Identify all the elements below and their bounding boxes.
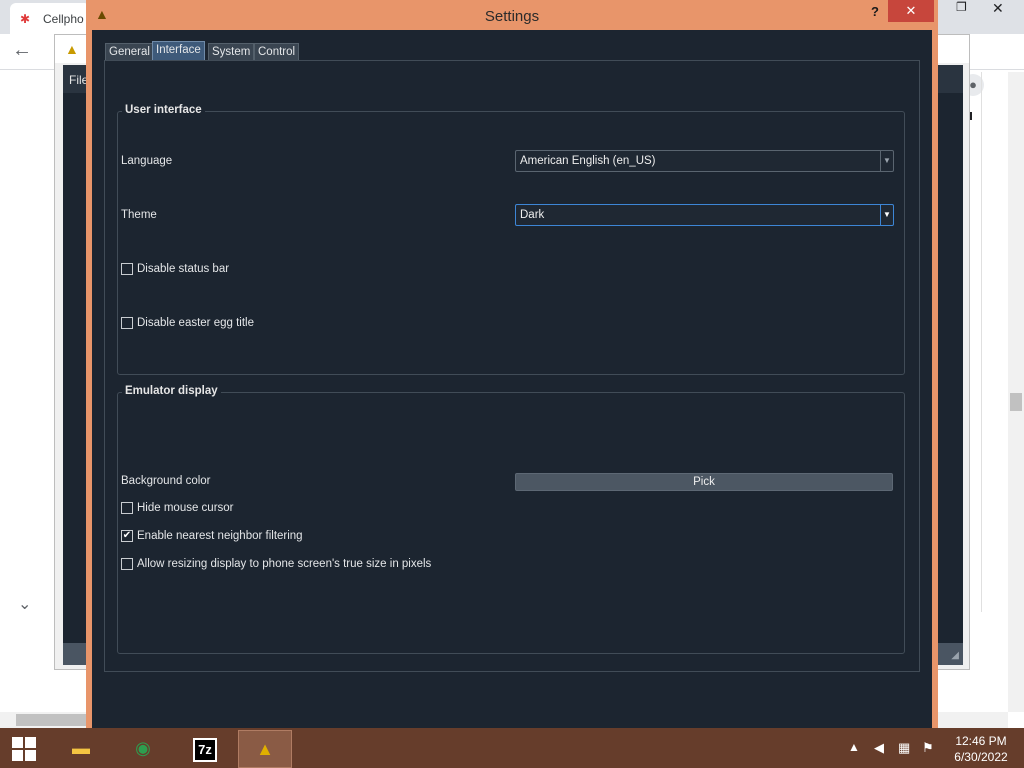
language-value: American English (en_US) — [520, 155, 656, 167]
taskbar-file-explorer[interactable]: ▬ — [54, 730, 108, 768]
7zip-icon: 7z — [193, 738, 217, 762]
tab-control[interactable]: Control — [254, 43, 300, 60]
pick-color-button[interactable]: Pick — [515, 473, 893, 491]
interface-tab-panel: User interface Language American English… — [104, 60, 920, 672]
group-title-user-interface: User interface — [122, 104, 205, 116]
chevron-down-icon[interactable]: ▼ — [880, 205, 893, 225]
theme-value: Dark — [520, 209, 545, 221]
nearest-neighbor-filtering-checkbox[interactable]: ✔ Enable nearest neighbor filtering — [121, 528, 381, 544]
tab-interface[interactable]: Interface — [152, 41, 205, 60]
site-favicon-icon: ✱ — [20, 12, 31, 26]
checkbox-unchecked-icon[interactable] — [121, 263, 133, 275]
help-button[interactable]: ? — [864, 2, 886, 22]
checkbox-unchecked-icon[interactable] — [121, 502, 133, 514]
browser-tab-title: Cellpho — [43, 12, 84, 26]
start-button[interactable] — [0, 728, 48, 768]
settings-titlebar[interactable]: ▲ Settings ? ✕ — [86, 0, 938, 30]
folder-icon: ▬ — [72, 738, 90, 758]
hide-mouse-cursor-checkbox[interactable]: Hide mouse cursor — [121, 500, 341, 516]
chevron-down-icon[interactable]: ▼ — [880, 151, 893, 171]
language-label: Language — [121, 155, 173, 167]
taskbar-chrome[interactable]: ◉ — [116, 730, 170, 768]
windows-logo-icon — [25, 750, 36, 761]
settings-dialog: ▲ Settings ? ✕ General Interface System … — [86, 0, 938, 730]
windows-logo-icon — [25, 737, 36, 748]
action-center-flag-icon[interactable]: ⚑ — [922, 740, 934, 756]
text-cursor — [970, 112, 972, 120]
divider — [981, 72, 982, 612]
browser-restore-icon[interactable]: ❐ — [956, 0, 967, 14]
language-select[interactable]: American English (en_US) ▼ — [515, 150, 894, 172]
background-color-label: Background color — [121, 475, 211, 487]
browser-tab[interactable]: ✱ Cellpho — [10, 3, 90, 34]
emulator-app-icon: ▲ — [65, 41, 79, 57]
settings-body: General Interface System Control User in… — [92, 30, 932, 728]
windows-logo-icon — [12, 750, 23, 761]
checkmark-icon[interactable]: ✔ — [121, 530, 133, 542]
emulator-app-icon: ▲ — [256, 739, 274, 759]
taskbar-emulator[interactable]: ▲ — [238, 730, 292, 768]
disable-easter-egg-title-checkbox[interactable]: Disable easter egg title — [121, 315, 341, 331]
disable-status-bar-checkbox[interactable]: Disable status bar — [121, 261, 341, 277]
group-title-emulator-display: Emulator display — [122, 385, 221, 397]
taskbar: ▬ ◉ 7z ▲ ▲ ◀ ▦ ⚑ 12:46 PM 6/30/2022 — [0, 728, 1024, 768]
browser-close-icon[interactable]: ✕ — [992, 0, 1004, 17]
emulator-display-group: Emulator display — [117, 385, 905, 654]
checkbox-label: Hide mouse cursor — [137, 502, 234, 514]
resize-grip-icon[interactable]: ◢ — [951, 650, 959, 661]
horizontal-scroll-thumb[interactable] — [16, 714, 86, 726]
checkbox-label: Disable status bar — [137, 263, 230, 275]
checkbox-label: Disable easter egg title — [137, 317, 254, 329]
clock-date[interactable]: 6/30/2022 — [946, 750, 1016, 764]
close-button[interactable]: ✕ — [888, 0, 934, 22]
theme-select[interactable]: Dark ▼ — [515, 204, 894, 226]
network-icon[interactable]: ▦ — [898, 740, 910, 756]
taskbar-7zip[interactable]: 7z — [178, 730, 232, 768]
allow-resizing-checkbox[interactable]: Allow resizing display to phone screen's… — [121, 556, 461, 572]
clock-time[interactable]: 12:46 PM — [946, 734, 1016, 748]
tab-general[interactable]: General — [105, 43, 154, 60]
windows-logo-icon — [12, 737, 23, 748]
volume-muted-icon[interactable]: ◀ — [874, 740, 884, 756]
chevron-down-icon[interactable]: ⌄ — [18, 594, 31, 614]
back-arrow-icon[interactable]: ← — [12, 39, 32, 62]
checkbox-label: Allow resizing display to phone screen's… — [137, 558, 432, 570]
checkbox-label: Enable nearest neighbor filtering — [137, 530, 303, 542]
tab-system[interactable]: System — [208, 43, 255, 60]
theme-label: Theme — [121, 209, 157, 221]
show-hidden-icons-icon[interactable]: ▲ — [848, 740, 860, 754]
vertical-scroll-thumb[interactable] — [1010, 393, 1022, 411]
dialog-title: Settings — [484, 8, 540, 25]
vertical-scrollbar[interactable] — [1008, 72, 1024, 712]
checkbox-unchecked-icon[interactable] — [121, 558, 133, 570]
checkbox-unchecked-icon[interactable] — [121, 317, 133, 329]
chrome-icon: ◉ — [135, 738, 151, 758]
